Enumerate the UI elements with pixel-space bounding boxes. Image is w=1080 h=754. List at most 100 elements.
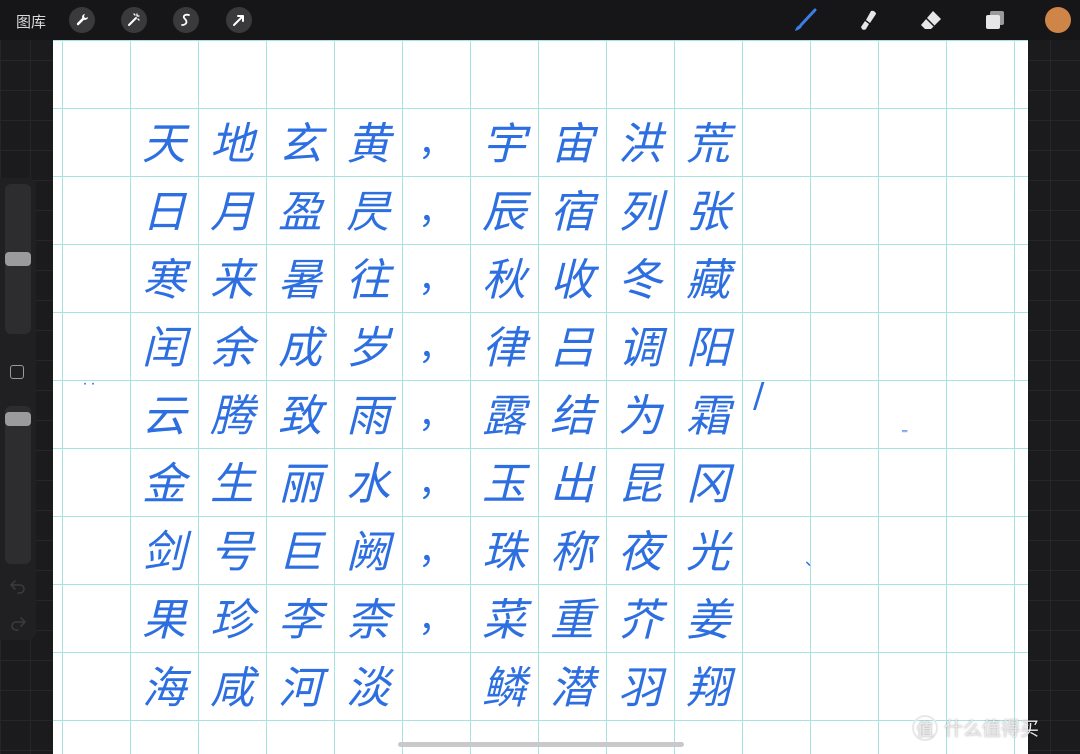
calligraphy-character: 盈	[278, 187, 322, 238]
smudge-icon[interactable]	[854, 6, 882, 34]
calligraphy-character: 羽	[618, 663, 662, 714]
ink-stroke: ⁼	[901, 426, 909, 442]
calligraphy-character: 出	[550, 459, 594, 510]
watermark-logo: 值	[912, 714, 938, 741]
calligraphy-character: 黄	[346, 119, 390, 170]
opacity-thumb[interactable]	[5, 412, 31, 426]
opacity-slider[interactable]	[5, 406, 31, 564]
color-picker-button[interactable]	[1045, 7, 1071, 33]
modify-button[interactable]	[10, 365, 24, 379]
calligraphy-character: 藏	[686, 255, 730, 306]
gallery-button[interactable]: 图库	[16, 11, 46, 32]
redo-icon[interactable]	[9, 615, 27, 631]
text-line: 日月盈昃 ， 辰宿列张	[130, 174, 742, 242]
punctuation-mark: ，	[417, 191, 454, 232]
calligraphy-character: 丽	[278, 459, 322, 510]
ink-stroke: /	[753, 376, 765, 416]
calligraphy-character: 闰	[142, 323, 186, 374]
calligraphy-character: 腾	[210, 391, 254, 442]
calligraphy-character: 成	[278, 323, 322, 374]
calligraphy-character: 昆	[618, 459, 662, 510]
calligraphy-character: 地	[210, 119, 254, 170]
calligraphy-character: 露	[482, 391, 526, 442]
calligraphy-character: 光	[686, 527, 730, 578]
calligraphy-character: 张	[686, 187, 730, 238]
undo-icon[interactable]	[9, 578, 27, 594]
calligraphy-character: 珍	[210, 595, 254, 646]
calligraphy-character: 咸	[210, 663, 254, 714]
layers-icon[interactable]	[981, 6, 1009, 34]
calligraphy-character: 姜	[686, 595, 730, 646]
wrench-icon[interactable]	[69, 7, 95, 33]
calligraphy-character: 菜	[482, 595, 526, 646]
calligraphy-character: 翔	[686, 663, 730, 714]
brush-size-thumb[interactable]	[5, 252, 31, 266]
calligraphy-character: 列	[618, 187, 662, 238]
brush-icon[interactable]	[791, 6, 819, 34]
calligraphy-character: 寒	[142, 255, 186, 306]
calligraphy-character: 李	[278, 595, 322, 646]
calligraphy-character: 岁	[346, 323, 390, 374]
calligraphy-character: 调	[618, 323, 662, 374]
calligraphy-character: 冈	[686, 459, 730, 510]
punctuation-mark: ，	[417, 463, 454, 504]
punctuation-mark: ，	[417, 259, 454, 300]
punctuation-mark: ，	[417, 531, 454, 572]
calligraphy-character: 淡	[346, 663, 390, 714]
calligraphy-character: 柰	[346, 595, 390, 646]
calligraphy-character: 律	[482, 323, 526, 374]
calligraphy-character: 吕	[550, 323, 594, 374]
watermark-text: 什么值得买	[944, 718, 1040, 740]
magic-wand-icon[interactable]	[121, 7, 147, 33]
calligraphy-character: 荒	[686, 119, 730, 170]
calligraphy-character: 剑	[142, 527, 186, 578]
calligraphy-character: 往	[346, 255, 390, 306]
calligraphy-character: 结	[550, 391, 594, 442]
transform-arrow-icon[interactable]	[226, 7, 252, 33]
calligraphy-character: 珠	[482, 527, 526, 578]
text-line: 果珍李柰 ， 菜重芥姜	[130, 582, 742, 650]
calligraphy-character: 云	[142, 391, 186, 442]
calligraphy-character: 冬	[618, 255, 662, 306]
punctuation-mark: ，	[417, 599, 454, 640]
punctuation-mark: ，	[417, 327, 454, 368]
punctuation-mark	[402, 650, 470, 718]
punctuation-mark: ，	[417, 395, 454, 436]
calligraphy-character: 昃	[346, 187, 390, 238]
calligraphy-character: 宿	[550, 187, 594, 238]
punctuation-mark: ，	[417, 123, 454, 164]
selection-icon[interactable]	[173, 7, 199, 33]
calligraphy-character: 海	[142, 663, 186, 714]
text-line: 闰余成岁 ， 律吕调阳	[130, 310, 742, 378]
calligraphy-character: 称	[550, 527, 594, 578]
calligraphy-character: 来	[210, 255, 254, 306]
calligraphy-character: 宇	[482, 119, 526, 170]
sidebar	[0, 178, 36, 640]
calligraphy-character: 金	[142, 459, 186, 510]
calligraphy-character: 鳞	[482, 663, 526, 714]
text-line: 金生丽水 ， 玉出昆冈	[130, 446, 742, 514]
calligraphy-character: 号	[210, 527, 254, 578]
calligraphy-character: 水	[346, 459, 390, 510]
watermark: 值 什么值得买	[912, 714, 1039, 741]
calligraphy-character: 洪	[618, 119, 662, 170]
calligraphy-character: 为	[618, 391, 662, 442]
home-indicator	[398, 742, 684, 747]
text-line: 海咸河淡 鳞潜羽翔	[130, 650, 742, 718]
text-line: 云腾致雨 ， 露结为霜	[130, 378, 742, 446]
calligraphy-character: 余	[210, 323, 254, 374]
text-line: 天地玄黄 ， 宇宙洪荒	[130, 106, 742, 174]
ink-stroke: 、	[805, 550, 822, 569]
calligraphy-character: 霜	[686, 391, 730, 442]
ink-stroke: ˙˙	[81, 380, 97, 399]
calligraphy-character: 辰	[482, 187, 526, 238]
calligraphy-character: 生	[210, 459, 254, 510]
calligraphy-character: 日	[142, 187, 186, 238]
calligraphy-character: 暑	[278, 255, 322, 306]
drawing-canvas[interactable]: 天地玄黄 ， 宇宙洪荒日月盈昃 ， 辰宿列张寒来暑往 ， 秋收冬藏闰余成岁 ， 律吕调阳云腾致雨…	[53, 40, 1028, 754]
calligraphy-character: 潜	[550, 663, 594, 714]
text-line: 剑号巨阙 ， 珠称夜光	[130, 514, 742, 582]
calligraphy-character: 果	[142, 595, 186, 646]
calligraphy-character: 阳	[686, 323, 730, 374]
eraser-icon[interactable]	[917, 6, 945, 34]
